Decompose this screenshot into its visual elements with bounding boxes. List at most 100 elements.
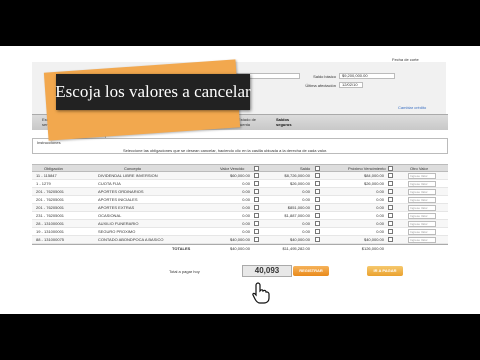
saldo-checkbox[interactable] — [315, 221, 320, 226]
saldo-checkbox[interactable] — [315, 181, 320, 186]
obligacion-cell: 201 - 76205001 — [36, 189, 65, 194]
otro-valor-input[interactable]: Ingrese Valor — [408, 237, 436, 243]
vencido-cell: 0.00 — [242, 189, 250, 194]
concepto-cell: APORTES INICIALES — [98, 197, 138, 202]
saldo-checkbox[interactable] — [315, 173, 320, 178]
hand-cursor-icon — [252, 282, 270, 304]
table-row: 19 - 131000001 SEGURO PROXIMO 0.00 0.00 0.00… — [32, 228, 448, 236]
vencido-cell: $40,000.00 — [229, 237, 250, 242]
saldo-checkbox[interactable] — [315, 189, 320, 194]
obligacion-cell: 28 - 131000001 — [36, 221, 65, 226]
col-obligacion: Obligación — [44, 166, 63, 171]
otro-valor-input[interactable]: Ingrese Valor — [408, 197, 436, 203]
concepto-cell: CONTADO ABONDPOCA A BASICO — [98, 237, 164, 242]
vencido-checkbox[interactable] — [254, 197, 259, 202]
proximo-checkbox[interactable] — [388, 181, 393, 186]
obligacion-cell: 19 - 131000001 — [36, 229, 65, 234]
proximo-checkbox[interactable] — [388, 205, 393, 210]
vencido-checkbox[interactable] — [254, 205, 259, 210]
obligations-table: Obligación Concepto Valor Vencido Saldo … — [32, 164, 448, 253]
otro-valor-input[interactable]: Ingrese Valor — [408, 189, 436, 195]
saldo-cell: $40,000.00 — [289, 237, 310, 242]
otro-valor-input[interactable]: Ingrese Valor — [408, 173, 436, 179]
vencido-checkbox[interactable] — [254, 173, 259, 178]
cambiar-credito-link[interactable]: Cambiar crédito — [398, 105, 426, 110]
saldo-cell: $26,000.00 — [289, 181, 310, 186]
instructions-text: Seleccione las obligaciones que se desea… — [123, 148, 328, 153]
proximo-checkbox[interactable] — [388, 197, 393, 202]
vencido-checkbox[interactable] — [254, 189, 259, 194]
vencido-cell: 0.00 — [242, 213, 250, 218]
saldo-cell: 0.00 — [302, 189, 310, 194]
vencido-checkbox[interactable] — [254, 181, 259, 186]
otro-valor-input[interactable]: Ingrese Valor — [408, 205, 436, 211]
col-saldo: Saldo — [300, 166, 311, 171]
proximo-cell: 0.00 — [376, 213, 384, 218]
vencido-checkbox[interactable] — [254, 229, 259, 234]
table-row: 201 - 76205001 APORTES INICIALES 0.00 0.00 0… — [32, 196, 448, 204]
app-screen: Fecha de corte Saldo básico $9,200,000.0… — [0, 46, 480, 314]
proximo-checkbox[interactable] — [388, 189, 393, 194]
proximo-checkbox[interactable] — [388, 173, 393, 178]
otro-valor-input[interactable]: Ingrese Valor — [408, 229, 436, 235]
proximo-checkbox[interactable] — [388, 221, 393, 226]
table-row: 231 - 76205001 OCASIONAL 0.00 $1,887,000.00… — [32, 212, 448, 220]
saldo-basico-value: $9,200,000.00 — [339, 73, 395, 79]
table-row: 201 - 76205001 APORTES ORDINARIOS 0.00 0.00… — [32, 188, 448, 196]
total-saldo: $11,495,282.00 — [282, 246, 310, 251]
total-a-pagar-value: 40,093 — [242, 265, 292, 277]
payment-footer: Total a pagar hoy 40,093 REGISTRAR IR A … — [32, 264, 448, 278]
table-row: 11 - 115847 DIVIDENDAL LIBRE INVERSION $60… — [32, 172, 448, 180]
select-all-saldo-checkbox[interactable] — [315, 166, 320, 171]
tab-saldos-seguros[interactable]: Saldos seguros — [276, 117, 296, 127]
table-row: 201 - 76205001 APORTES EXTRAS 0.00 $851,000… — [32, 204, 448, 212]
select-all-proximo-checkbox[interactable] — [388, 166, 393, 171]
col-valor-vencido: Valor Vencido — [220, 166, 245, 171]
registrar-button[interactable]: REGISTRAR — [293, 266, 329, 276]
vencido-checkbox[interactable] — [254, 221, 259, 226]
vencido-cell: 0.00 — [242, 221, 250, 226]
saldo-cell: $851,000.00 — [287, 205, 310, 210]
proximo-cell: $26,000.00 — [363, 181, 384, 186]
vencido-checkbox[interactable] — [254, 213, 259, 218]
instructions-title: Instrucciones — [37, 140, 61, 145]
ir-a-pagar-button[interactable]: IR A PAGAR — [367, 266, 403, 276]
saldo-basico-label: Saldo básico — [313, 73, 336, 79]
saldo-cell: 0.00 — [302, 221, 310, 226]
total-a-pagar-label: Total a pagar hoy — [169, 269, 200, 274]
proximo-checkbox[interactable] — [388, 213, 393, 218]
otro-valor-input[interactable]: Ingrese Valor — [408, 213, 436, 219]
saldo-checkbox[interactable] — [315, 197, 320, 202]
ultima-afectacion-row: Última afectación 12/02/10 — [296, 82, 363, 88]
vencido-checkbox[interactable] — [254, 237, 259, 242]
table-body: 11 - 115847 DIVIDENDAL LIBRE INVERSION $60… — [32, 172, 448, 244]
otro-valor-input[interactable]: Ingrese Valor — [408, 181, 436, 187]
saldo-checkbox[interactable] — [315, 237, 320, 242]
concepto-cell: CUOTA FIJA — [98, 181, 121, 186]
total-vencido: $40,000.00 — [229, 246, 250, 251]
concepto-cell: DIVIDENDAL LIBRE INVERSION — [98, 173, 158, 178]
saldo-checkbox[interactable] — [315, 229, 320, 234]
proximo-checkbox[interactable] — [388, 229, 393, 234]
concepto-cell: APORTES ORDINARIOS — [98, 189, 144, 194]
ultima-afectacion-value: 12/02/10 — [339, 82, 363, 88]
concepto-cell: SEGURO PROXIMO — [98, 229, 136, 234]
obligacion-cell: 231 - 76205001 — [36, 213, 65, 218]
vencido-cell: 0.00 — [242, 181, 250, 186]
otro-valor-input[interactable]: Ingrese Valor — [408, 221, 436, 227]
saldo-cell: 0.00 — [302, 197, 310, 202]
fecha-corte-label: Fecha de corte — [392, 57, 419, 62]
top-letterbox — [0, 0, 480, 46]
proximo-checkbox[interactable] — [388, 237, 393, 242]
proximo-cell: $40,000.00 — [363, 237, 384, 242]
caption-text: Escoja los valores a cancelar — [55, 82, 251, 101]
select-all-vencido-checkbox[interactable] — [254, 166, 259, 171]
proximo-cell: 0.00 — [376, 221, 384, 226]
saldo-checkbox[interactable] — [315, 213, 320, 218]
tab-estado-cuenta[interactable]: Estado de cuenta — [238, 117, 258, 127]
caption-banner: Escoja los valores a cancelar — [55, 74, 251, 110]
proximo-cell: $84,000.00 — [363, 173, 384, 178]
obligacion-cell: 11 - 115847 — [36, 173, 57, 178]
proximo-cell: 0.00 — [376, 229, 384, 234]
saldo-checkbox[interactable] — [315, 205, 320, 210]
